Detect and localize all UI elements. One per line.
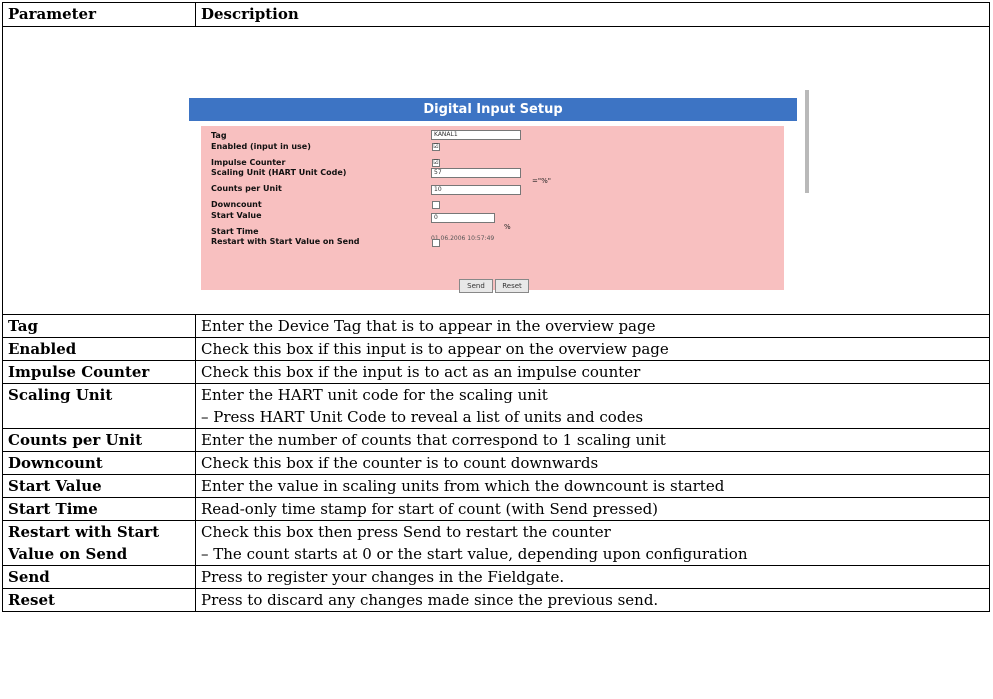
table-row: Downcount Check this box if the counter … (2, 451, 990, 475)
desc-enabled: Check this box if this input is to appea… (195, 337, 990, 361)
desc-downcount: Check this box if the counter is to coun… (195, 451, 990, 475)
table-row: Enabled Check this box if this input is … (2, 337, 990, 361)
tag-label: Tag (211, 131, 227, 140)
param-counts-per-unit: Counts per Unit (2, 428, 196, 452)
scaling-unit-label: Scaling Unit (HART Unit Code) (211, 168, 347, 177)
desc-send: Press to register your changes in the Fi… (195, 565, 990, 589)
counts-per-unit-label: Counts per Unit (211, 184, 282, 193)
table-row: Impulse Counter Check this box if the in… (2, 360, 990, 384)
desc-start-time: Read-only time stamp for start of count … (195, 497, 990, 521)
table-row: Send Press to register your changes in t… (2, 565, 990, 589)
start-time-label: Start Time (211, 227, 259, 236)
setup-form: Tag KANAL1 Enabled (input in use) ☑ Impu… (201, 126, 784, 290)
downcount-label: Downcount (211, 200, 262, 209)
param-start-time: Start Time (2, 497, 196, 521)
header-parameter: Parameter (2, 2, 196, 27)
send-button: Send (459, 279, 493, 293)
desc-restart: Check this box then press Send to restar… (195, 520, 990, 566)
tag-input: KANAL1 (431, 130, 521, 140)
digital-input-setup-screenshot: Digital Input Setup Tag KANAL1 Enabled (… (189, 71, 812, 314)
enabled-label: Enabled (input in use) (211, 142, 311, 151)
param-send: Send (2, 565, 196, 589)
desc-scaling-unit: Enter the HART unit code for the scaling… (195, 383, 990, 429)
start-value-label: Start Value (211, 211, 262, 220)
scrollbar (805, 90, 809, 193)
start-value-unit: % (504, 223, 511, 231)
param-tag: Tag (2, 314, 196, 338)
table-row: Tag Enter the Device Tag that is to appe… (2, 314, 990, 338)
counts-per-unit-input: 10 (431, 185, 521, 195)
desc-start-value: Enter the value in scaling units from wh… (195, 474, 990, 498)
restart-label: Restart with Start Value on Send (211, 237, 360, 246)
screenshot-title: Digital Input Setup (189, 98, 797, 121)
param-start-value: Start Value (2, 474, 196, 498)
downcount-checkbox (432, 201, 440, 209)
reset-button: Reset (495, 279, 529, 293)
table-row: Restart with Start Value on Send Check t… (2, 520, 990, 566)
table-row: Reset Press to discard any changes made … (2, 588, 990, 612)
start-time-value: 01.06.2006 10:57:49 (431, 235, 495, 242)
param-reset: Reset (2, 588, 196, 612)
desc-tag: Enter the Device Tag that is to appear i… (195, 314, 990, 338)
screenshot-cell: Digital Input Setup Tag KANAL1 Enabled (… (2, 26, 990, 315)
desc-reset: Press to discard any changes made since … (195, 588, 990, 612)
desc-counts-per-unit: Enter the number of counts that correspo… (195, 428, 990, 452)
enabled-checkbox: ☑ (432, 143, 440, 151)
impulse-counter-label: Impulse Counter (211, 158, 286, 167)
parameter-table: Parameter Description Digital Input Setu… (2, 2, 990, 612)
header-description: Description (195, 2, 990, 27)
restart-checkbox (432, 239, 440, 247)
scaling-unit-text: ="%" (532, 177, 551, 185)
impulse-counter-checkbox: ☑ (432, 159, 440, 167)
table-row: Start Value Enter the value in scaling u… (2, 474, 990, 498)
param-downcount: Downcount (2, 451, 196, 475)
param-enabled: Enabled (2, 337, 196, 361)
param-restart: Restart with Start Value on Send (2, 520, 196, 566)
table-row: Counts per Unit Enter the number of coun… (2, 428, 990, 452)
table-row: Start Time Read-only time stamp for star… (2, 497, 990, 521)
start-value-input: 0 (431, 213, 495, 223)
table-row: Scaling Unit Enter the HART unit code fo… (2, 383, 990, 429)
scaling-unit-input: 57 (431, 168, 521, 178)
param-impulse-counter: Impulse Counter (2, 360, 196, 384)
param-scaling-unit: Scaling Unit (2, 383, 196, 429)
desc-impulse-counter: Check this box if the input is to act as… (195, 360, 990, 384)
